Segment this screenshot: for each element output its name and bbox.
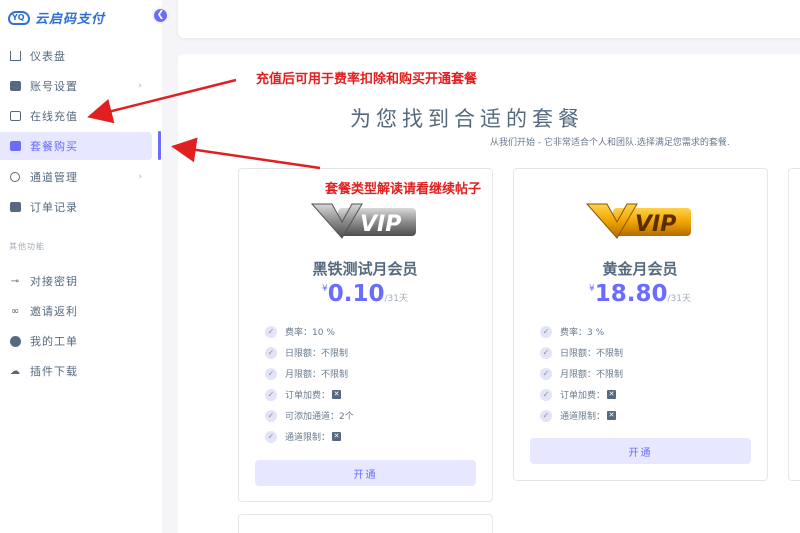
- arrow-to-package: [171, 137, 321, 170]
- annotation-package-note: 套餐类型解读请看继续帖子: [325, 182, 482, 197]
- arrow-to-recharge: [87, 78, 237, 124]
- annotation-recharge-note: 充值后可用于费率扣除和购买开通套餐: [256, 72, 478, 87]
